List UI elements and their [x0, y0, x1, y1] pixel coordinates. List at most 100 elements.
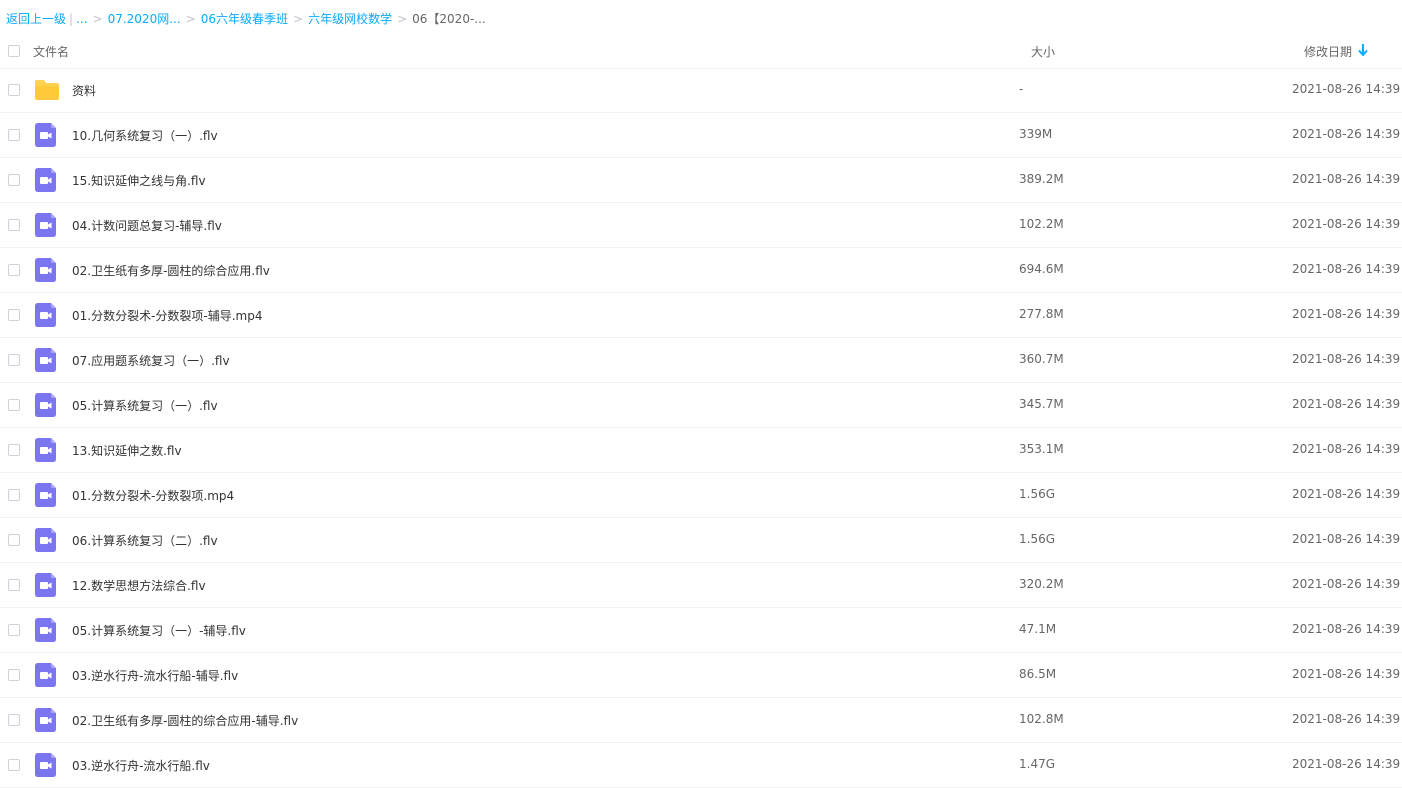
row-checkbox[interactable] [8, 399, 20, 411]
video-file-icon [34, 528, 60, 552]
row-checkbox[interactable] [8, 219, 20, 231]
breadcrumb-divider: | [69, 12, 74, 26]
video-file-icon [34, 663, 60, 687]
file-size: 1.47G [1019, 757, 1056, 771]
file-name[interactable]: 05.计算系统复习（一）-辅导.flv [72, 622, 246, 639]
date-column-header[interactable]: 修改日期 [1304, 43, 1352, 60]
select-all-checkbox[interactable] [8, 45, 20, 57]
video-file-icon [34, 708, 60, 732]
modified-date: 2021-08-26 14:39 [1292, 757, 1401, 771]
file-size: 339M [1019, 127, 1053, 141]
file-size: 360.7M [1019, 352, 1064, 366]
row-checkbox[interactable] [8, 534, 20, 546]
modified-date: 2021-08-26 14:39 [1292, 667, 1401, 681]
row-checkbox[interactable] [8, 489, 20, 501]
file-name[interactable]: 05.计算系统复习（一）.flv [72, 397, 218, 414]
file-name[interactable]: 资料 [72, 82, 96, 99]
video-file-icon [34, 483, 60, 507]
file-row[interactable]: 06.计算系统复习（二）.flv 1.56G 2021-08-26 14:39 [0, 518, 1402, 563]
breadcrumb-item-spring-class[interactable]: 06六年级春季班 [201, 12, 288, 26]
modified-date: 2021-08-26 14:39 [1292, 352, 1401, 366]
size-column-header[interactable]: 大小 [1031, 43, 1055, 60]
row-checkbox[interactable] [8, 579, 20, 591]
file-row[interactable]: 13.知识延伸之数.flv 353.1M 2021-08-26 14:39 [0, 428, 1402, 473]
file-row[interactable]: 12.数学思想方法综合.flv 320.2M 2021-08-26 14:39 [0, 563, 1402, 608]
file-row[interactable]: 01.分数分裂术-分数裂项-辅导.mp4 277.8M 2021-08-26 14:… [0, 293, 1402, 338]
file-size: 320.2M [1019, 577, 1064, 591]
file-name[interactable]: 03.逆水行舟-流水行船-辅导.flv [72, 667, 238, 684]
file-name[interactable]: 06.计算系统复习（二）.flv [72, 532, 218, 549]
file-row[interactable]: 03.逆水行舟-流水行船.flv 1.47G 2021-08-26 14:39 [0, 743, 1402, 788]
file-name[interactable]: 10.几何系统复习（一）.flv [72, 127, 218, 144]
folder-row[interactable]: 资料 - 2021-08-26 14:39 [0, 68, 1402, 113]
file-size: 277.8M [1019, 307, 1064, 321]
file-row[interactable]: 15.知识延伸之线与角.flv 389.2M 2021-08-26 14:39 [0, 158, 1402, 203]
file-size: - [1019, 82, 1024, 96]
file-size: 1.56G [1019, 487, 1056, 501]
name-column-header[interactable]: 文件名 [33, 43, 69, 60]
file-size: 47.1M [1019, 622, 1057, 636]
row-checkbox[interactable] [8, 624, 20, 636]
file-name[interactable]: 01.分数分裂术-分数裂项-辅导.mp4 [72, 307, 263, 324]
breadcrumb-separator: > [293, 12, 304, 26]
file-size: 694.6M [1019, 262, 1064, 276]
file-row[interactable]: 05.计算系统复习（一）.flv 345.7M 2021-08-26 14:39 [0, 383, 1402, 428]
breadcrumb-current: 06【2020-... [412, 12, 486, 26]
row-checkbox[interactable] [8, 714, 20, 726]
file-name[interactable]: 04.计数问题总复习-辅导.flv [72, 217, 222, 234]
file-name[interactable]: 13.知识延伸之数.flv [72, 442, 182, 459]
breadcrumb-item-math[interactable]: 六年级网校数学 [308, 12, 392, 26]
video-file-icon [34, 168, 60, 192]
file-name[interactable]: 03.逆水行舟-流水行船.flv [72, 757, 210, 774]
file-name[interactable]: 02.卫生纸有多厚-圆柱的综合应用-辅导.flv [72, 712, 298, 729]
row-checkbox[interactable] [8, 174, 20, 186]
file-row[interactable]: 10.几何系统复习（一）.flv 339M 2021-08-26 14:39 [0, 113, 1402, 158]
video-file-icon [34, 348, 60, 372]
modified-date: 2021-08-26 14:39 [1292, 532, 1401, 546]
row-checkbox[interactable] [8, 759, 20, 771]
file-row[interactable]: 07.应用题系统复习（一）.flv 360.7M 2021-08-26 14:39 [0, 338, 1402, 383]
row-checkbox[interactable] [8, 444, 20, 456]
breadcrumb-separator: > [92, 12, 103, 26]
file-row[interactable]: 03.逆水行舟-流水行船-辅导.flv 86.5M 2021-08-26 14:39 [0, 653, 1402, 698]
arrow-down-icon[interactable] [1357, 43, 1369, 57]
breadcrumb-ellipsis[interactable]: ... [76, 12, 87, 26]
back-link[interactable]: 返回上一级 [6, 12, 66, 26]
file-row[interactable]: 05.计算系统复习（一）-辅导.flv 47.1M 2021-08-26 14:39 [0, 608, 1402, 653]
file-row[interactable]: 04.计数问题总复习-辅导.flv 102.2M 2021-08-26 14:39 [0, 203, 1402, 248]
file-row[interactable]: 02.卫生纸有多厚-圆柱的综合应用.flv 694.6M 2021-08-26 14… [0, 248, 1402, 293]
modified-date: 2021-08-26 14:39 [1292, 577, 1401, 591]
folder-icon [34, 78, 60, 102]
modified-date: 2021-08-26 14:39 [1292, 217, 1401, 231]
file-row[interactable]: 01.分数分裂术-分数裂项.mp4 1.56G 2021-08-26 14:39 [0, 473, 1402, 518]
file-name[interactable]: 15.知识延伸之线与角.flv [72, 172, 206, 189]
modified-date: 2021-08-26 14:39 [1292, 82, 1401, 96]
file-name[interactable]: 07.应用题系统复习（一）.flv [72, 352, 230, 369]
row-checkbox[interactable] [8, 309, 20, 321]
modified-date: 2021-08-26 14:39 [1292, 307, 1401, 321]
row-checkbox[interactable] [8, 354, 20, 366]
file-name[interactable]: 12.数学思想方法综合.flv [72, 577, 206, 594]
row-checkbox[interactable] [8, 264, 20, 276]
video-file-icon [34, 618, 60, 642]
breadcrumb-separator: > [185, 12, 196, 26]
modified-date: 2021-08-26 14:39 [1292, 127, 1401, 141]
breadcrumb-item-2020[interactable]: 07.2020网... [108, 12, 181, 26]
video-file-icon [34, 213, 60, 237]
file-row[interactable]: 02.卫生纸有多厚-圆柱的综合应用-辅导.flv 102.8M 2021-08-26… [0, 698, 1402, 743]
file-name[interactable]: 01.分数分裂术-分数裂项.mp4 [72, 487, 234, 504]
modified-date: 2021-08-26 14:39 [1292, 712, 1401, 726]
video-file-icon [34, 393, 60, 417]
modified-date: 2021-08-26 14:39 [1292, 487, 1401, 501]
file-size: 102.2M [1019, 217, 1064, 231]
video-file-icon [34, 573, 60, 597]
modified-date: 2021-08-26 14:39 [1292, 397, 1401, 411]
file-size: 86.5M [1019, 667, 1057, 681]
row-checkbox[interactable] [8, 129, 20, 141]
row-checkbox[interactable] [8, 84, 20, 96]
row-checkbox[interactable] [8, 669, 20, 681]
modified-date: 2021-08-26 14:39 [1292, 262, 1401, 276]
file-name[interactable]: 02.卫生纸有多厚-圆柱的综合应用.flv [72, 262, 270, 279]
file-size: 389.2M [1019, 172, 1064, 186]
file-size: 345.7M [1019, 397, 1064, 411]
